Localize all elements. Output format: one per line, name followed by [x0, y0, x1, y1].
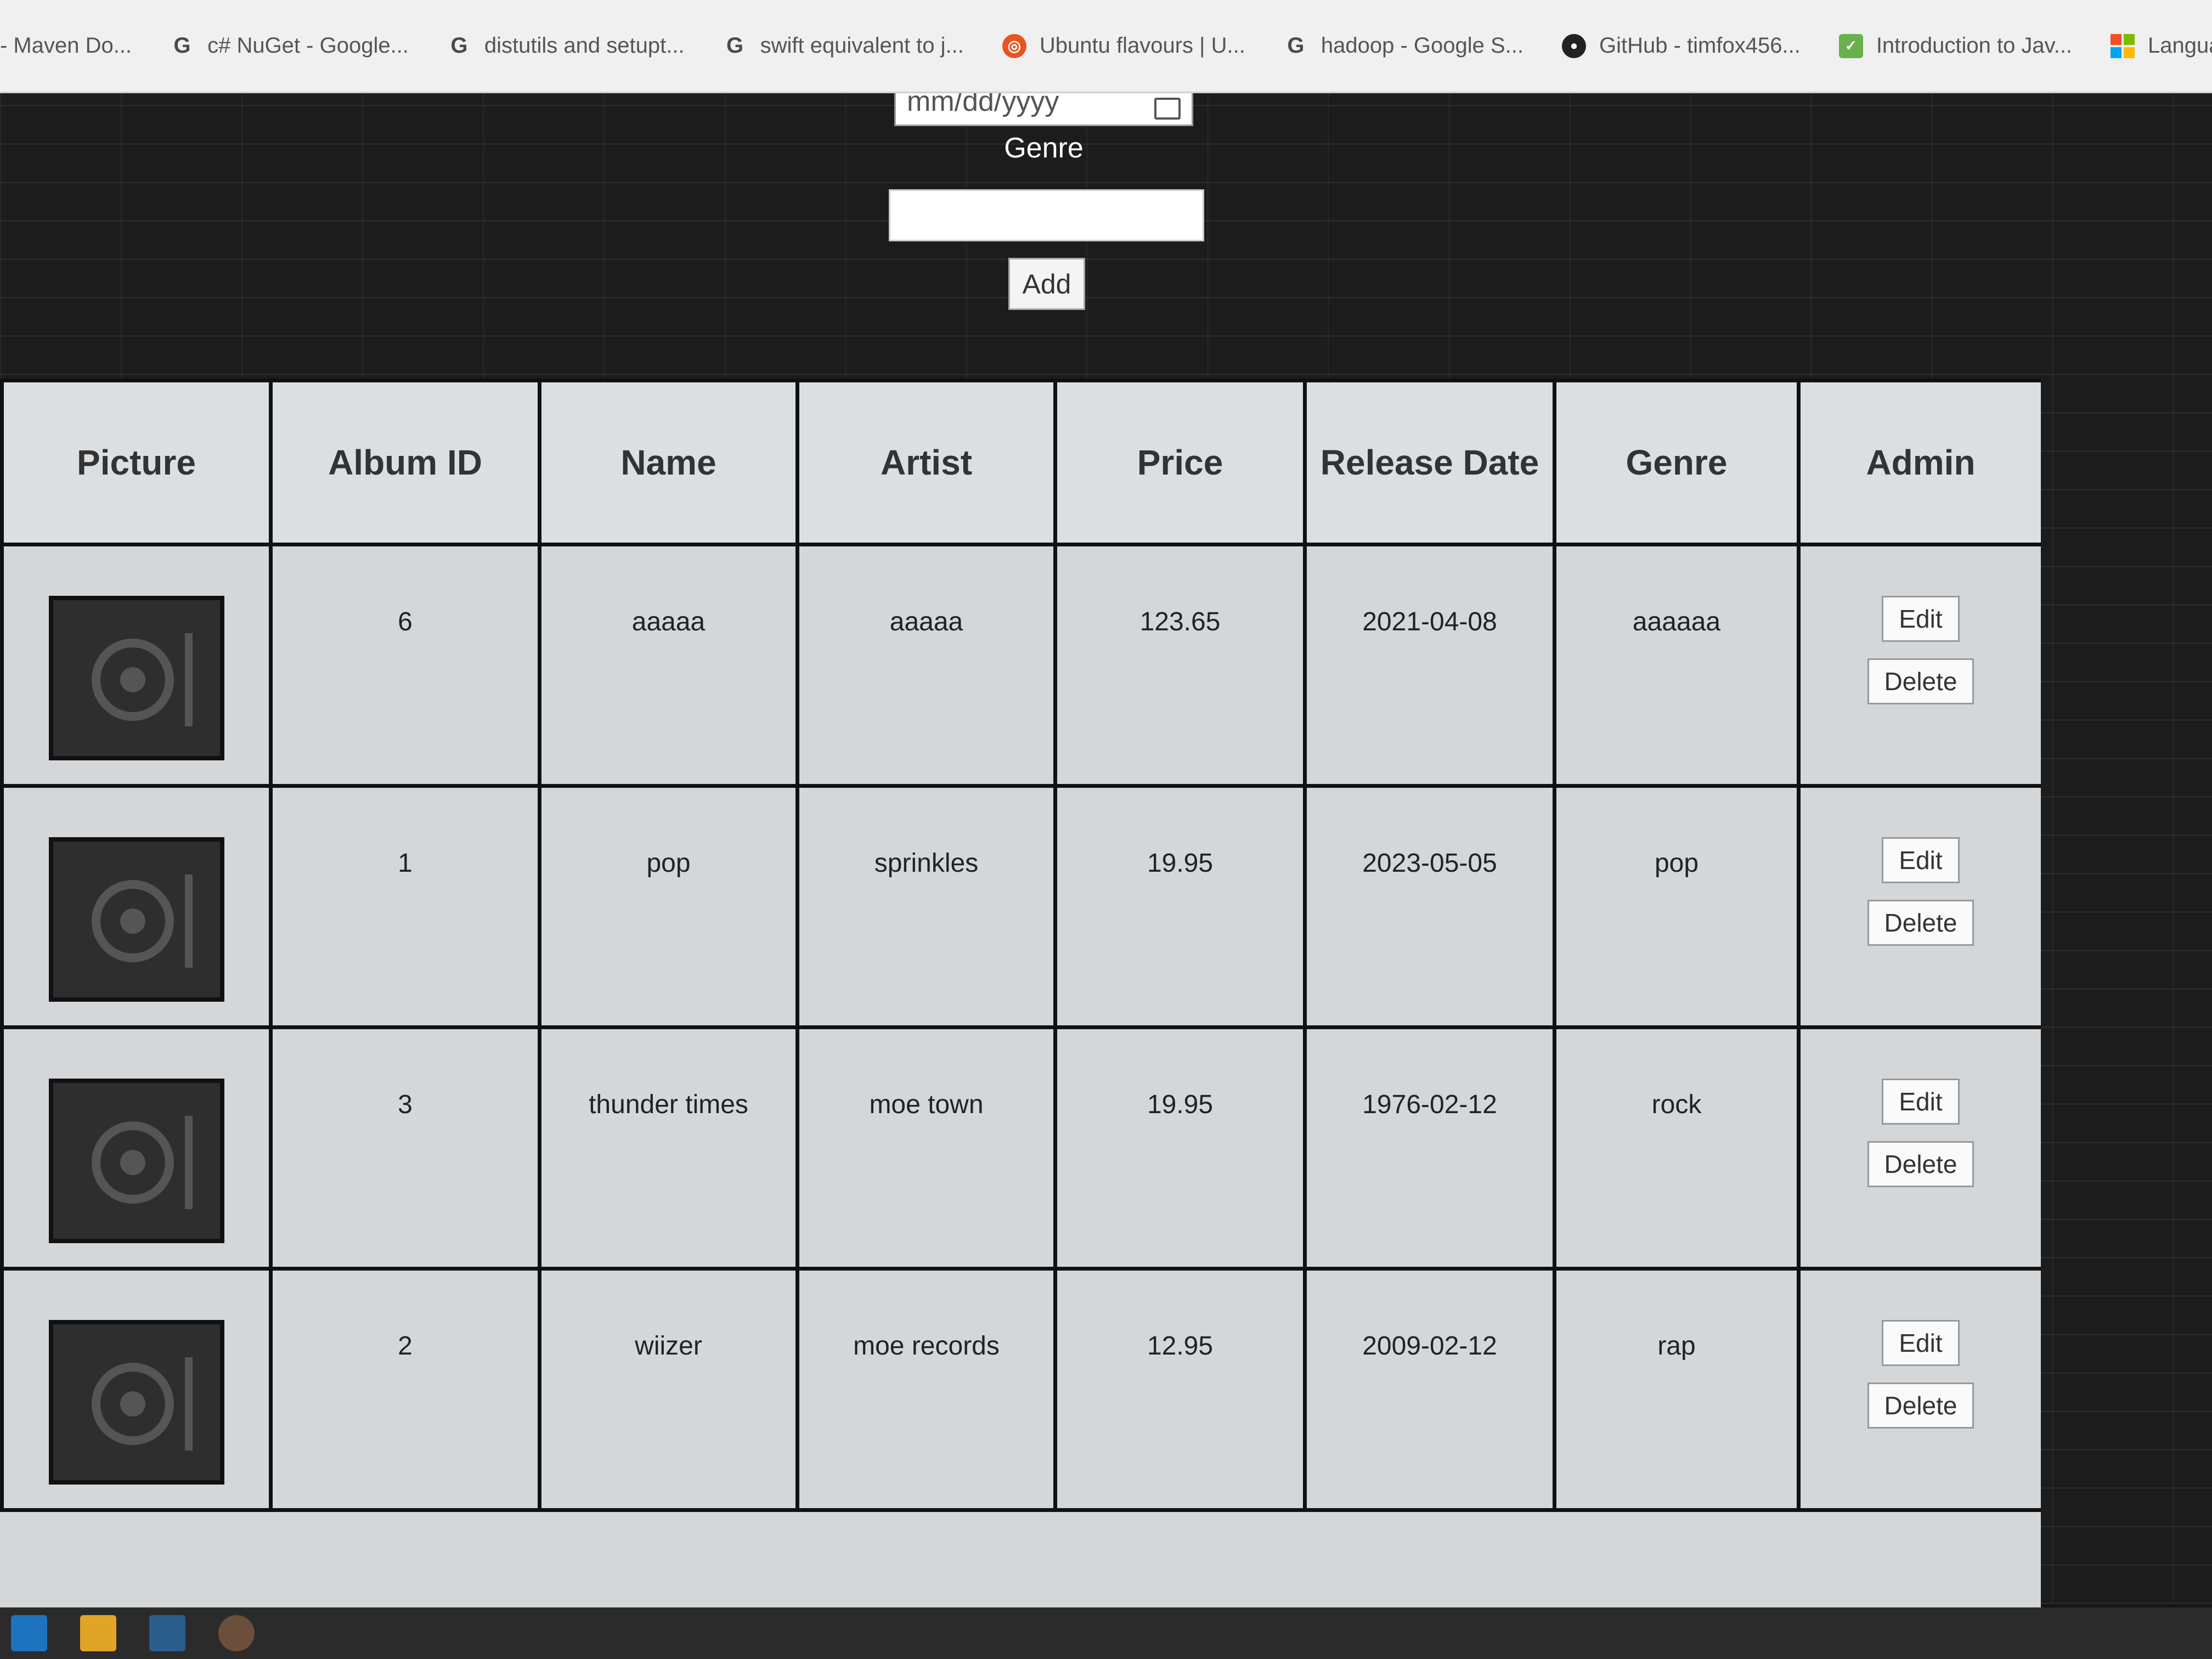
bookmark-language[interactable]: Language-I	[2111, 33, 2212, 58]
artist-cell: moe records	[795, 1267, 1057, 1512]
app-icon[interactable]	[149, 1615, 185, 1651]
genre-cell: pop	[1553, 784, 1801, 1029]
price-cell: 19.95	[1053, 1025, 1307, 1271]
ubuntu-icon: ◎	[1002, 33, 1026, 58]
table-row: 6 aaaaa aaaaa 123.65 2021-04-08 aaaaaa E…	[0, 543, 2041, 788]
album-art-icon	[48, 596, 224, 760]
app-icon[interactable]	[218, 1615, 255, 1651]
price-cell: 12.95	[1053, 1267, 1307, 1512]
table-row: 3 thunder times moe town 19.95 1976-02-1…	[0, 1025, 2041, 1271]
edit-button[interactable]: Edit	[1882, 596, 1960, 642]
github-icon: ●	[1562, 33, 1587, 58]
bookmark-maven[interactable]: - Maven Do...	[0, 33, 132, 58]
genre-cell: aaaaaa	[1553, 543, 1801, 788]
artist-cell: sprinkles	[795, 784, 1057, 1029]
album-id-cell: 2	[269, 1267, 541, 1512]
leaf-icon: ✓	[1838, 33, 1863, 58]
header-picture: Picture	[0, 379, 273, 546]
release-date-input[interactable]: mm/dd/yyyy	[894, 93, 1193, 126]
release-date-cell: 2021-04-08	[1303, 543, 1556, 788]
bookmark-hadoop[interactable]: G hadoop - Google S...	[1284, 33, 1523, 58]
name-cell: aaaaa	[538, 543, 799, 788]
bookmark-label: swift equivalent to j...	[760, 33, 964, 58]
app-icon[interactable]	[11, 1615, 47, 1651]
bookmark-nuget[interactable]: G c# NuGet - Google...	[170, 33, 409, 58]
google-icon: G	[1287, 33, 1305, 58]
google-icon: G	[450, 33, 468, 58]
release-date-cell: 2023-05-05	[1303, 784, 1556, 1029]
edit-button[interactable]: Edit	[1882, 837, 1960, 883]
taskbar	[0, 1607, 2212, 1659]
bookmark-label: hadoop - Google S...	[1321, 33, 1524, 58]
bookmark-label: Ubuntu flavours | U...	[1039, 33, 1245, 58]
bookmark-distutils[interactable]: G distutils and setupt...	[447, 33, 685, 58]
header-album-id: Album ID	[269, 379, 541, 546]
edit-button[interactable]: Edit	[1882, 1320, 1960, 1366]
calendar-icon[interactable]	[1154, 98, 1181, 120]
admin-cell: Edit Delete	[1797, 1025, 2041, 1271]
header-name: Name	[538, 379, 799, 546]
genre-input[interactable]	[889, 189, 1204, 241]
bookmark-label: - Maven Do...	[0, 33, 132, 58]
table-row: 2 wiizer moe records 12.95 2009-02-12 ra…	[0, 1267, 2041, 1512]
release-date-cell: 1976-02-12	[1303, 1025, 1556, 1271]
bookmark-swift[interactable]: G swift equivalent to j...	[723, 33, 964, 58]
date-placeholder: mm/dd/yyyy	[907, 93, 1059, 117]
artist-cell: aaaaa	[795, 543, 1057, 788]
release-date-cell: 2009-02-12	[1303, 1267, 1556, 1512]
table-row: 1 pop sprinkles 19.95 2023-05-05 pop Edi…	[0, 784, 2041, 1029]
bookmark-ubuntu[interactable]: ◎ Ubuntu flavours | U...	[1002, 33, 1245, 58]
admin-cell: Edit Delete	[1797, 543, 2041, 788]
google-icon: G	[726, 33, 744, 58]
table-header-row: Picture Album ID Name Artist Price Relea…	[0, 379, 2041, 546]
bookmark-label: GitHub - timfox456...	[1599, 33, 1801, 58]
albums-table: Picture Album ID Name Artist Price Relea…	[0, 379, 2041, 1607]
album-art-icon	[48, 1320, 224, 1485]
header-price: Price	[1053, 379, 1307, 546]
genre-cell: rock	[1553, 1025, 1801, 1271]
album-id-cell: 6	[269, 543, 541, 788]
delete-button[interactable]: Delete	[1867, 658, 1974, 704]
bookmark-label: Language-I	[2148, 33, 2212, 58]
bookmarks-bar: - Maven Do... G c# NuGet - Google... G d…	[0, 0, 2212, 93]
delete-button[interactable]: Delete	[1867, 900, 1974, 946]
bookmark-java[interactable]: ✓ Introduction to Jav...	[1838, 33, 2073, 58]
admin-cell: Edit Delete	[1797, 784, 2041, 1029]
name-cell: pop	[538, 784, 799, 1029]
delete-button[interactable]: Delete	[1867, 1141, 1974, 1187]
album-art-icon	[48, 1079, 224, 1243]
album-art-icon	[48, 837, 224, 1002]
bookmark-label: c# NuGet - Google...	[207, 33, 409, 58]
picture-cell	[0, 1267, 273, 1512]
folder-icon[interactable]	[80, 1615, 116, 1651]
genre-label: Genre	[1004, 132, 1084, 164]
picture-cell	[0, 784, 273, 1029]
picture-cell	[0, 1025, 273, 1271]
header-genre: Genre	[1553, 379, 1801, 546]
album-id-cell: 3	[269, 1025, 541, 1271]
genre-cell: rap	[1553, 1267, 1801, 1512]
google-icon: G	[173, 33, 191, 58]
bookmark-label: distutils and setupt...	[484, 33, 685, 58]
name-cell: wiizer	[538, 1267, 799, 1512]
name-cell: thunder times	[538, 1025, 799, 1271]
header-release-date: Release Date	[1303, 379, 1556, 546]
delete-button[interactable]: Delete	[1867, 1383, 1974, 1429]
bookmark-label: Introduction to Jav...	[1876, 33, 2073, 58]
windows-icon	[2111, 33, 2135, 58]
admin-cell: Edit Delete	[1797, 1267, 2041, 1512]
header-artist: Artist	[795, 379, 1057, 546]
album-id-cell: 1	[269, 784, 541, 1029]
price-cell: 123.65	[1053, 543, 1307, 788]
add-button[interactable]: Add	[1008, 258, 1085, 310]
header-admin: Admin	[1797, 379, 2041, 546]
edit-button[interactable]: Edit	[1882, 1079, 1960, 1125]
picture-cell	[0, 543, 273, 788]
artist-cell: moe town	[795, 1025, 1057, 1271]
price-cell: 19.95	[1053, 784, 1307, 1029]
bookmark-github[interactable]: ● GitHub - timfox456...	[1562, 33, 1801, 58]
